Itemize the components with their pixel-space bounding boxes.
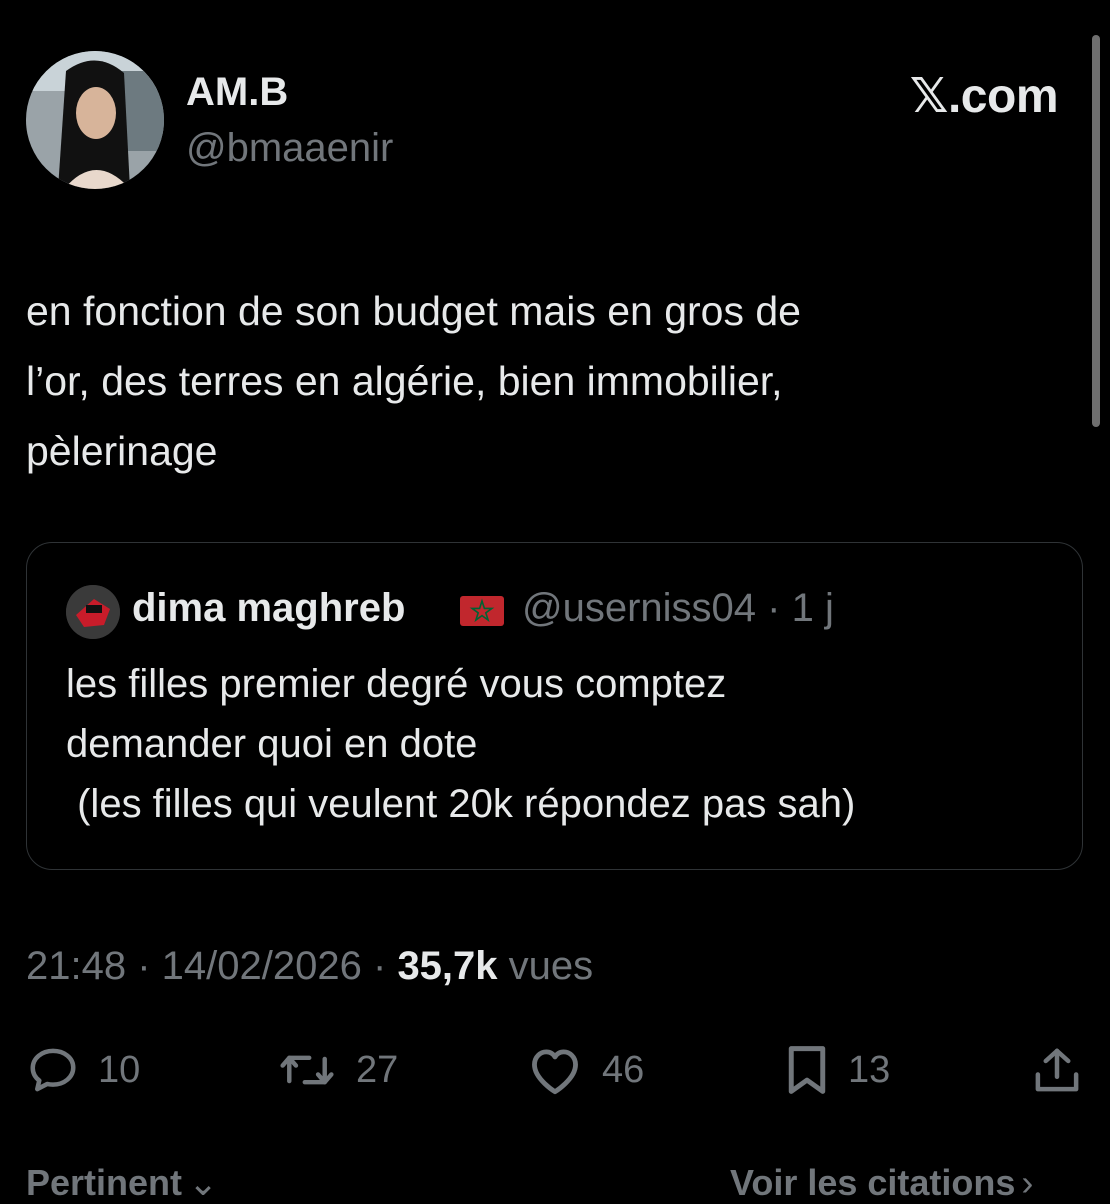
view-quotes-link[interactable]: Voir les citations › xyxy=(730,1162,1033,1204)
separator-dot: · xyxy=(767,586,792,630)
author-name[interactable]: AM.B xyxy=(186,70,288,115)
bookmark-count: 13 xyxy=(848,1048,891,1091)
bookmark-icon xyxy=(788,1046,826,1094)
repost-icon xyxy=(280,1055,334,1085)
repost-button[interactable]: 27 xyxy=(276,1040,398,1100)
quote-handle-text: @userniss04 xyxy=(522,586,757,630)
views-label: vues xyxy=(508,944,594,988)
quote-author-name[interactable]: dima maghreb xyxy=(132,586,405,631)
scrollbar[interactable] xyxy=(1092,35,1100,427)
like-button[interactable]: 46 xyxy=(526,1040,644,1100)
tweet-text: en fonction de son budget mais en gros d… xyxy=(26,288,801,474)
reply-icon xyxy=(30,1048,76,1092)
sort-dropdown[interactable]: Pertinent ⌄ xyxy=(26,1162,218,1204)
views-count: 35,7k xyxy=(397,944,498,988)
quote-author-handle[interactable]: @userniss04 · 1 j xyxy=(522,586,834,631)
repost-count: 27 xyxy=(356,1048,399,1091)
quote-time: 1 j xyxy=(791,586,834,630)
heart-icon xyxy=(532,1049,578,1095)
chevron-down-icon: ⌄ xyxy=(188,1162,219,1203)
tweet-date[interactable]: 14/02/2026 xyxy=(162,944,362,988)
x-logo: 𝕏.com xyxy=(909,70,1059,123)
quote-author-avatar[interactable] xyxy=(66,585,120,639)
chevron-right-icon: › xyxy=(1021,1162,1034,1203)
author-avatar[interactable] xyxy=(26,51,164,189)
tweet-meta: 21:48 · 14/02/2026 · 35,7k vues xyxy=(26,944,593,989)
morocco-flag-icon xyxy=(460,596,504,626)
sort-label: Pertinent xyxy=(26,1162,183,1203)
tweet-time: 21:48 xyxy=(26,944,127,988)
separator-dot: · xyxy=(373,944,398,988)
share-button[interactable] xyxy=(1030,1040,1084,1100)
like-count: 46 xyxy=(602,1048,645,1091)
bookmark-button[interactable]: 13 xyxy=(784,1040,890,1100)
reply-count: 10 xyxy=(98,1048,141,1091)
share-icon xyxy=(1035,1048,1079,1092)
author-handle[interactable]: @bmaaenir xyxy=(186,126,393,171)
quote-text: les filles premier degré vous comptez de… xyxy=(66,662,856,826)
separator-dot: · xyxy=(137,944,162,988)
view-quotes-label: Voir les citations xyxy=(730,1162,1016,1203)
reply-button[interactable]: 10 xyxy=(26,1040,140,1100)
